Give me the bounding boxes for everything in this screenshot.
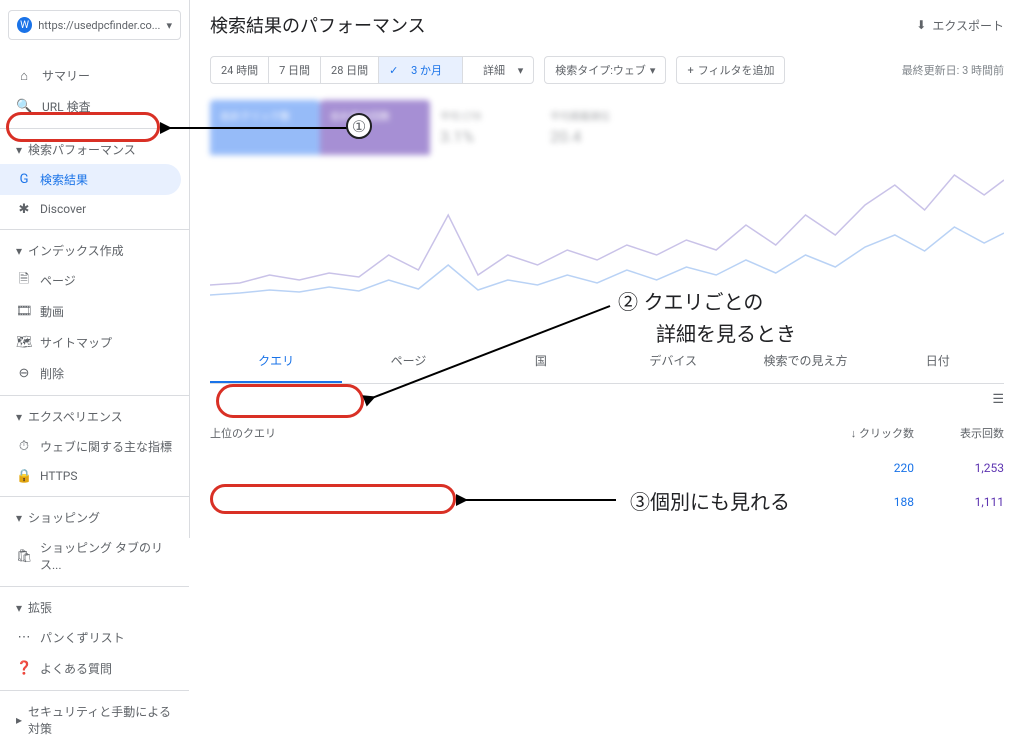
chevron-down-icon: ▾ [16,511,22,525]
sitemap-icon: 🗺 [16,335,32,350]
chevron-down-icon: ▾ [16,410,22,424]
nav-head-shopping[interactable]: ▾ショッピング [0,503,189,532]
wordpress-icon: W [17,17,32,33]
page-icon: 🗎 [16,270,32,292]
date-range-segment: 24 時間 7 日間 28 日間 ✓ 3 か月 詳細 ▾ [210,56,534,84]
col-impressions[interactable]: 表示回数 [914,425,1004,441]
nav-search-results[interactable]: G検索結果 [0,164,181,195]
breadcrumb-icon: ⋯ [16,630,32,645]
col-query[interactable]: 上位のクエリ [210,425,824,441]
video-icon: 🎞 [16,304,32,319]
tab-device[interactable]: デバイス [607,340,739,383]
filter-add[interactable]: + フィルタを追加 [676,56,785,84]
tab-query[interactable]: クエリ [210,340,342,383]
nav-shopping-listings[interactable]: 🛍ショッピング タブのリス... [0,532,189,580]
tab-date[interactable]: 日付 [872,340,1004,383]
nav-core-web-vitals[interactable]: ⏱ウェブに関する主な指標 [0,431,189,462]
search-icon: 🔍 [16,99,32,114]
nav-discover[interactable]: ✱Discover [0,195,189,223]
main: 検索結果のパフォーマンス ⬇エクスポート 24 時間 7 日間 28 日間 ✓ … [190,0,1024,538]
site-selector[interactable]: W https://usedpcfinder.co... ▾ [8,10,181,40]
table-row[interactable]: 220 1,253 [190,451,1024,485]
nav-head-indexing[interactable]: ▾インデックス作成 [0,236,189,265]
page-title: 検索結果のパフォーマンス [210,12,426,38]
filter-search-type[interactable]: 検索タイプ:ウェブ ▾ [544,56,666,84]
filter-icon[interactable]: ☰ [992,392,1004,407]
chevron-down-icon: ▾ [166,19,172,32]
chevron-down-icon: ▾ [16,244,22,258]
last-update: 最終更新日: 3 時間前 [902,62,1004,78]
remove-icon: ⊖ [16,366,32,381]
metric-ctr[interactable]: 平均 CTR3.1% [430,100,540,155]
metric-clicks[interactable]: 合計クリック数 [210,100,320,155]
metric-impressions[interactable]: 合計表示回数 [320,100,430,155]
nav-faq[interactable]: ❓よくある質問 [0,653,189,684]
range-7d[interactable]: 7 日間 [269,57,321,83]
lock-icon: 🔒 [16,469,32,484]
nav-https[interactable]: 🔒HTTPS [0,462,189,490]
nav-summary[interactable]: ⌂サマリー [0,60,189,91]
sidebar: W https://usedpcfinder.co... ▾ ⌂サマリー 🔍UR… [0,0,190,538]
home-icon: ⌂ [16,68,32,84]
range-28d[interactable]: 28 日間 [321,57,379,83]
nav-head-performance[interactable]: ▾検索パフォーマンス [0,135,189,164]
nav-breadcrumbs[interactable]: ⋯パンくずリスト [0,622,189,653]
speed-icon: ⏱ [16,439,32,454]
range-24h[interactable]: 24 時間 [211,57,269,83]
nav: ⌂サマリー 🔍URL 検査 ▾検索パフォーマンス G検索結果 ✱Discover… [0,50,189,753]
table-header: 上位のクエリ ↓ クリック数 表示回数 [190,415,1024,451]
nav-head-enhancements[interactable]: ▾拡張 [0,593,189,622]
nav-removals[interactable]: ⊖削除 [0,358,189,389]
tab-country[interactable]: 国 [475,340,607,383]
range-custom[interactable]: 詳細 ▾ [463,57,533,83]
nav-pages[interactable]: 🗎ページ [0,265,189,296]
chevron-down-icon: ▾ [16,143,22,157]
download-icon: ⬇ [916,18,926,32]
table-row[interactable]: 188 1,111 [190,485,1024,519]
range-3m[interactable]: ✓ 3 か月 [379,57,463,83]
chevron-right-icon: ▸ [16,713,22,727]
tab-appearance[interactable]: 検索での見え方 [739,340,871,383]
nav-video[interactable]: 🎞動画 [0,296,189,327]
metric-position[interactable]: 平均掲載順位20.4 [540,100,650,155]
faq-icon: ❓ [16,661,32,676]
google-icon: G [16,172,32,187]
site-url: https://usedpcfinder.co... [38,19,160,32]
shopping-icon: 🛍 [16,549,32,564]
chevron-down-icon: ▾ [16,601,22,615]
toolbar: 24 時間 7 日間 28 日間 ✓ 3 か月 詳細 ▾ 検索タイプ:ウェブ ▾… [190,50,1024,94]
export-button[interactable]: ⬇エクスポート [916,17,1004,34]
dimension-tabs: クエリ ページ 国 デバイス 検索での見え方 日付 [210,340,1004,384]
col-clicks[interactable]: ↓ クリック数 [824,425,914,441]
tab-page[interactable]: ページ [342,340,474,383]
performance-chart [210,155,1004,310]
nav-sitemaps[interactable]: 🗺サイトマップ [0,327,189,358]
metrics-row: 合計クリック数 合計表示回数 平均 CTR3.1% 平均掲載順位20.4 [210,100,1004,155]
discover-icon: ✱ [16,202,32,217]
nav-head-experience[interactable]: ▾エクスペリエンス [0,402,189,431]
nav-url-inspect[interactable]: 🔍URL 検査 [0,91,189,122]
nav-head-security[interactable]: ▸セキュリティと手動による対策 [0,697,189,743]
